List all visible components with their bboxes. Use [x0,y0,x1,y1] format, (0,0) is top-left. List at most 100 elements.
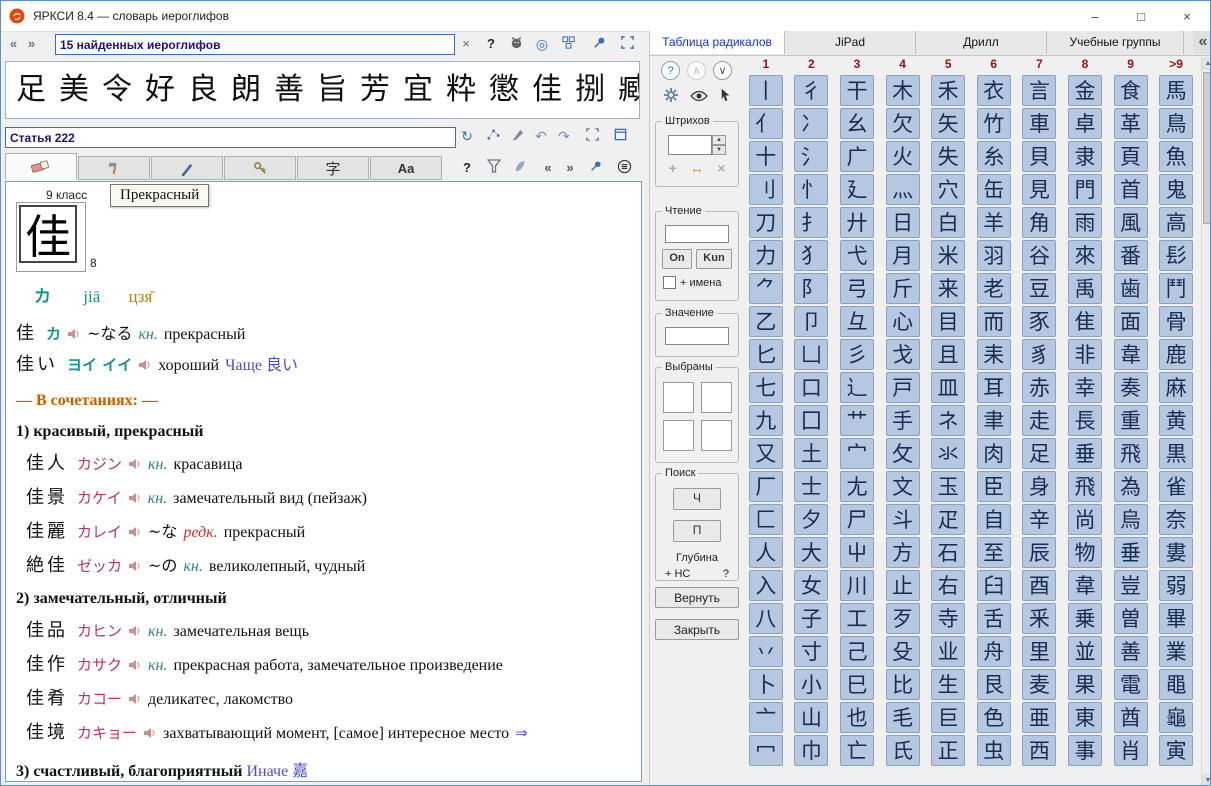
stroke-count-header[interactable]: 3 [834,57,880,75]
tab-study-groups[interactable]: Учебные группы [1047,31,1184,54]
radical-cell[interactable]: 匚 [749,504,783,535]
speaker-icon[interactable] [127,658,141,675]
speaker-icon[interactable] [127,491,141,508]
radical-cell[interactable]: 馬 [1159,75,1193,106]
rings-icon[interactable]: ◎ [532,35,552,53]
radical-cell[interactable]: 欠 [886,108,920,139]
radical-cell[interactable]: 扌 [794,207,828,238]
radical-cell[interactable]: 右 [931,570,965,601]
radical-cell[interactable]: 米 [931,240,965,271]
radical-cell[interactable]: 釆 [1022,603,1056,634]
radical-cell[interactable]: 弱 [1159,570,1193,601]
reading-input[interactable] [665,225,729,243]
radical-cell[interactable]: 生 [931,669,965,700]
radical-cell[interactable]: 辛 [1022,504,1056,535]
radical-cell[interactable]: 隹 [1068,306,1102,337]
on-button[interactable]: On [662,249,692,269]
radical-cell[interactable]: 物 [1068,537,1102,568]
radical-cell[interactable]: 亜 [1022,702,1056,733]
radical-cell[interactable]: 烏 [1114,504,1148,535]
radical-cell[interactable]: 氏 [886,735,920,766]
result-kanji[interactable]: 美 [59,72,89,107]
maximize-article-icon[interactable] [610,127,630,145]
pin-article-icon[interactable] [586,159,606,177]
radical-cell[interactable]: 黽 [1159,669,1193,700]
radical-cell[interactable]: 辶 [840,372,874,403]
radical-cell[interactable]: 廴 [840,174,874,205]
radical-cell[interactable]: 矢 [931,108,965,139]
radical-cell[interactable]: 豈 [1114,570,1148,601]
add-stroke-icon[interactable]: + [669,160,677,176]
grid-scrollbar[interactable]: ▲ ▼ [1201,57,1211,786]
radical-cell[interactable]: 舌 [977,603,1011,634]
dog-icon[interactable] [506,35,526,53]
radical-cell[interactable]: 歯 [1114,273,1148,304]
radical-cell[interactable]: 斤 [886,273,920,304]
result-kanji[interactable]: 朗 [231,72,261,107]
depth-help[interactable]: ? [723,568,729,580]
result-kanji[interactable]: 捌 [575,72,605,107]
radical-cell[interactable]: 口 [794,372,828,403]
scrollbar-down-icon[interactable]: ▼ [1202,774,1211,786]
scrollbar-thumb[interactable] [1203,72,1211,224]
radical-cell[interactable]: 氵 [794,141,828,172]
radical-cell[interactable]: 幺 [840,108,874,139]
radical-cell[interactable]: 十 [749,141,783,172]
radical-cell[interactable]: 自 [977,504,1011,535]
swap-icon[interactable]: ↔ [690,160,704,176]
result-kanji[interactable]: 臧 [618,72,640,107]
radical-cell[interactable]: ⺈ [749,273,783,304]
next-article-icon[interactable]: » [560,159,580,177]
radical-cell[interactable]: 冫 [794,108,828,139]
radical-cell[interactable]: 丷 [749,636,783,667]
search-ch-button[interactable]: Ч [673,488,721,510]
radical-cell[interactable]: 弋 [840,240,874,271]
radical-cell[interactable]: 囗 [794,405,828,436]
names-checkbox[interactable] [663,276,676,289]
radical-cell[interactable]: 石 [931,537,965,568]
radical-cell[interactable]: 力 [749,240,783,271]
tab-eraser[interactable] [5,153,77,180]
speaker-icon[interactable] [142,726,156,743]
radical-cell[interactable]: 木 [886,75,920,106]
radical-cell[interactable]: 小 [794,669,828,700]
radical-cell[interactable]: 忄 [794,174,828,205]
stroke-count-header[interactable]: 2 [789,57,835,75]
radical-cell[interactable]: 亠 [749,702,783,733]
radical-cell[interactable]: 髟 [1159,240,1193,271]
radical-cell[interactable]: 卜 [749,669,783,700]
radical-cell[interactable]: 亡 [840,735,874,766]
radical-cell[interactable]: 肉 [977,438,1011,469]
strokes-down-icon[interactable]: ▼ [712,145,726,155]
radical-cell[interactable]: 业 [931,636,965,667]
tab-hammer[interactable] [78,156,150,180]
help-round-button[interactable]: ? [661,61,680,80]
radical-cell[interactable]: 尸 [840,504,874,535]
radical-cell[interactable]: 竹 [977,108,1011,139]
radical-cell[interactable]: 土 [794,438,828,469]
radical-cell[interactable]: 豆 [1022,273,1056,304]
redo-icon[interactable]: ↷ [554,127,574,145]
radical-cell[interactable]: 比 [886,669,920,700]
radical-cell[interactable]: 心 [886,306,920,337]
result-kanji[interactable]: 好 [145,72,175,107]
radical-cell[interactable]: 方 [886,537,920,568]
radical-cell[interactable]: 飛 [1114,438,1148,469]
radical-cell[interactable]: 日 [886,207,920,238]
history-back-button[interactable]: « [5,34,22,54]
radical-cell[interactable]: 巳 [840,669,874,700]
result-kanji[interactable]: 旨 [317,72,347,107]
radical-cell[interactable]: 弓 [840,273,874,304]
radical-cell[interactable]: 巾 [794,735,828,766]
radical-cell[interactable]: 火 [886,141,920,172]
stroke-count-header[interactable]: 7 [1017,57,1063,75]
radical-cell[interactable]: 凵 [794,339,828,370]
radical-cell[interactable]: 己 [840,636,874,667]
result-kanji[interactable]: 足 [16,72,46,107]
radical-cell[interactable]: 赤 [1022,372,1056,403]
radical-cell[interactable]: 卩 [794,306,828,337]
radical-cell[interactable]: 言 [1022,75,1056,106]
radical-cell[interactable]: 来 [931,273,965,304]
radical-cell[interactable]: 攵 [886,438,920,469]
result-kanji[interactable]: 宜 [403,72,433,107]
